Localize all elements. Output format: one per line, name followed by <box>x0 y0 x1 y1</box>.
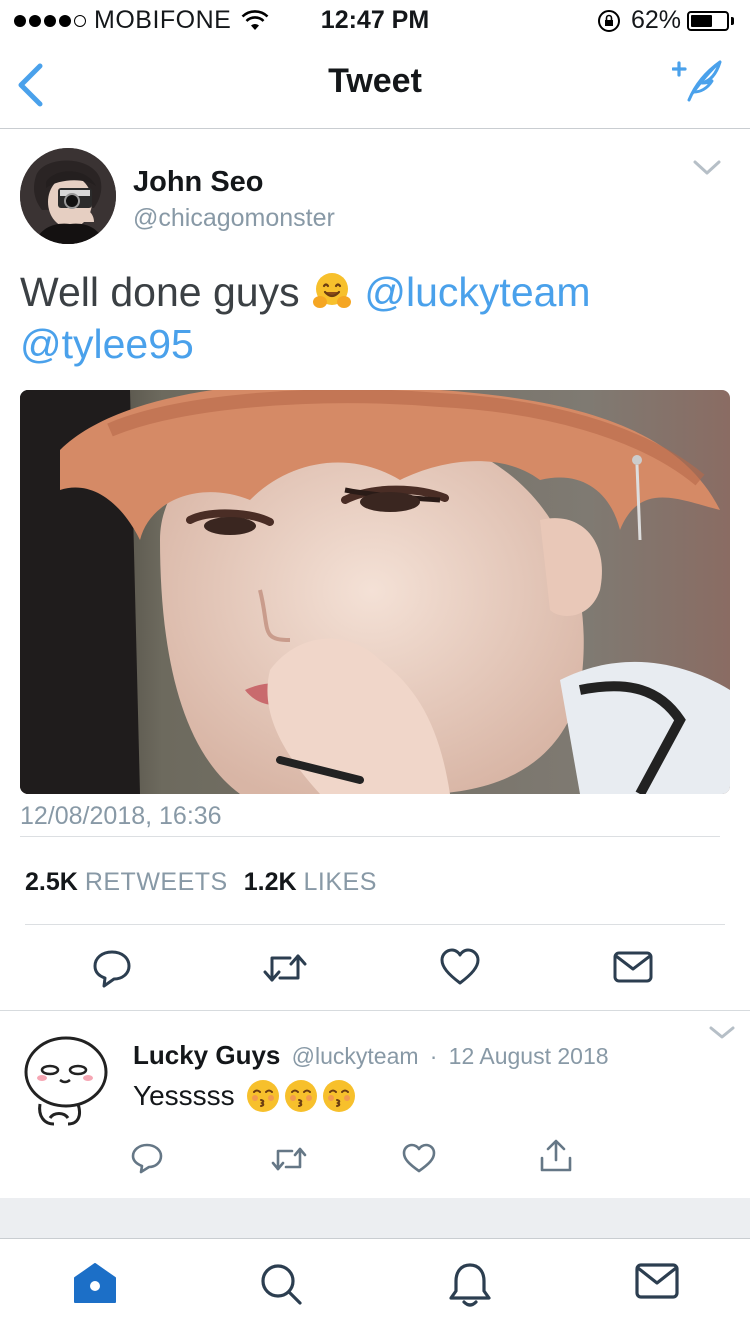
likes-count[interactable]: 1.2K <box>244 868 297 897</box>
kissing-face-emoji-icon <box>246 1080 279 1112</box>
author-handle[interactable]: @chicagomonster <box>133 204 335 233</box>
header-separator: · <box>429 1043 438 1069</box>
battery-icon <box>687 10 729 31</box>
kissing-face-emoji-icon <box>322 1080 355 1112</box>
messages-icon[interactable] <box>634 1261 680 1301</box>
tweet-stats: 2.5K RETWEETS 1.2K LIKES <box>25 868 393 897</box>
kissing-face-emoji-icon <box>284 1080 317 1112</box>
reply-author-name[interactable]: Lucky Guys <box>133 1040 280 1070</box>
status-bar: MOBIFONE 12:47 PM 62% <box>0 0 750 40</box>
hugging-face-emoji-icon <box>312 273 351 308</box>
navigation-bar: Tweet <box>0 40 750 129</box>
reply-text-content: Yesssss <box>133 1080 235 1111</box>
tab-bar <box>0 1238 750 1335</box>
divider <box>20 836 720 837</box>
section-spacer <box>0 1198 750 1238</box>
mention-link[interactable]: @tylee95 <box>20 321 194 367</box>
likes-label[interactable]: LIKES <box>304 868 377 897</box>
notifications-icon[interactable] <box>448 1261 492 1309</box>
home-icon[interactable] <box>72 1261 118 1305</box>
search-icon[interactable] <box>258 1261 304 1307</box>
like-icon[interactable] <box>440 948 480 986</box>
retweets-count[interactable]: 2.5K <box>25 868 78 897</box>
battery-percentage: 62% <box>630 6 681 34</box>
retweet-icon[interactable] <box>262 950 308 986</box>
mention-link[interactable]: @luckyteam <box>364 269 590 315</box>
reply-author-avatar[interactable] <box>20 1032 116 1128</box>
tweet-timestamp: 12/08/2018, 16:36 <box>20 802 222 830</box>
author-avatar[interactable] <box>20 148 116 244</box>
reply-author-handle[interactable]: @luckyteam <box>292 1043 419 1069</box>
share-icon[interactable] <box>538 1138 574 1174</box>
divider <box>0 1010 750 1011</box>
divider <box>25 924 725 925</box>
reply-date: 12 August 2018 <box>448 1043 609 1069</box>
tweet-text-prefix: Well done guys <box>20 269 300 315</box>
status-right: 62% <box>597 6 734 35</box>
compose-tweet-icon[interactable] <box>672 58 724 104</box>
rotation-lock-icon <box>597 9 620 32</box>
caret-down-icon[interactable] <box>708 1024 736 1042</box>
reply-text: Yesssss <box>133 1076 357 1116</box>
page-title: Tweet <box>328 62 422 100</box>
reply-header: Lucky Guys @luckyteam · 12 August 2018 <box>133 1040 609 1071</box>
retweet-icon[interactable] <box>270 1144 308 1174</box>
reply-icon[interactable] <box>92 948 132 988</box>
retweets-label[interactable]: RETWEETS <box>85 868 228 897</box>
author-name[interactable]: John Seo <box>133 166 264 199</box>
direct-message-icon[interactable] <box>612 950 654 984</box>
tweet-text: Well done guys @luckyteam @tylee95 <box>20 266 720 370</box>
tweet-photo[interactable] <box>20 390 730 794</box>
like-icon[interactable] <box>402 1143 436 1173</box>
reply-icon[interactable] <box>131 1142 163 1174</box>
caret-down-icon[interactable] <box>692 158 722 178</box>
